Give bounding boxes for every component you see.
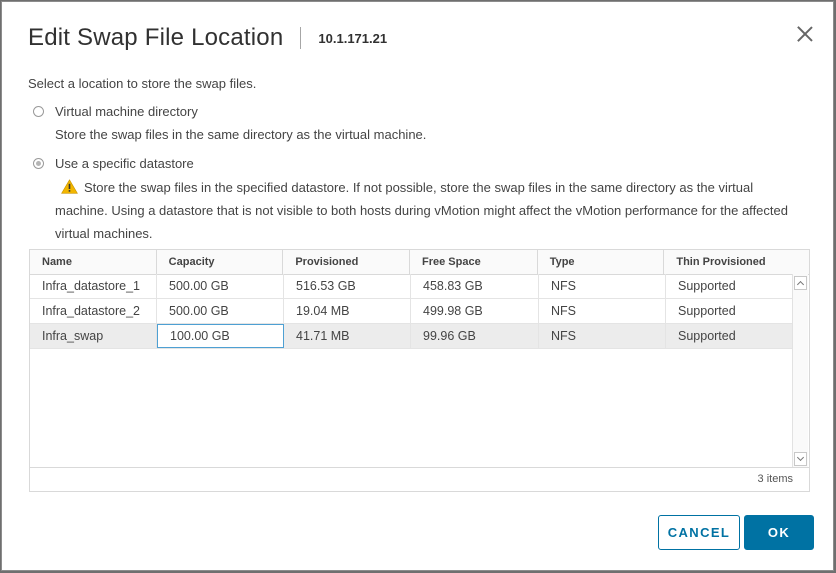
cell-provisioned: 41.71 MB <box>284 324 411 348</box>
table-row[interactable]: Infra_datastore_2 500.00 GB 19.04 MB 499… <box>30 299 793 324</box>
host-label: 10.1.171.21 <box>318 30 388 46</box>
table-scrollbar[interactable] <box>792 274 808 468</box>
column-header-thin-provisioned[interactable]: Thin Provisioned <box>664 250 809 274</box>
table-header: Name Capacity Provisioned Free Space Typ… <box>30 250 809 275</box>
cell-free-space: 99.96 GB <box>411 324 539 348</box>
cell-free-space: 499.98 GB <box>411 299 539 323</box>
vm-directory-radio[interactable] <box>33 106 44 117</box>
cell-name: Infra_datastore_2 <box>30 299 157 323</box>
title-divider <box>300 27 302 49</box>
dialog-title: Edit Swap File Location <box>28 24 284 51</box>
column-header-name[interactable]: Name <box>30 250 157 274</box>
cell-thin-provisioned: Supported <box>678 279 736 293</box>
dialog-header: Edit Swap File Location 10.1.171.21 <box>28 22 387 54</box>
specific-datastore-label: Use a specific datastore <box>55 156 194 171</box>
cell-provisioned: 19.04 MB <box>284 299 411 323</box>
cell-capacity: 500.00 GB <box>157 299 284 323</box>
warning-icon <box>61 179 78 194</box>
cell-type: NFS <box>539 324 666 348</box>
ok-button[interactable]: OK <box>744 515 814 550</box>
cell-name: Infra_swap <box>30 324 157 348</box>
location-prompt: Select a location to store the swap file… <box>28 76 257 91</box>
warning-text: Store the swap files in the specified da… <box>55 180 788 241</box>
datastore-warning: Store the swap files in the specified da… <box>55 176 800 245</box>
cell-thin-provisioned: Supported <box>678 304 736 318</box>
vm-directory-label: Virtual machine directory <box>55 104 198 119</box>
cell-type: NFS <box>539 274 666 298</box>
datastore-table: Name Capacity Provisioned Free Space Typ… <box>29 249 810 492</box>
scroll-up-icon[interactable] <box>794 276 807 290</box>
close-icon[interactable] <box>797 26 813 42</box>
option-vm-directory[interactable]: Virtual machine directory <box>33 104 198 119</box>
table-row[interactable]: Infra_datastore_1 500.00 GB 516.53 GB 45… <box>30 274 793 299</box>
cell-thin-provisioned: Supported <box>678 329 736 343</box>
vm-directory-description: Store the swap files in the same directo… <box>55 127 427 142</box>
edit-swap-file-dialog: Edit Swap File Location 10.1.171.21 Sele… <box>1 1 834 571</box>
specific-datastore-radio[interactable] <box>33 158 44 169</box>
table-footer: 3 items <box>30 467 809 491</box>
cancel-button[interactable]: CANCEL <box>658 515 740 550</box>
column-header-provisioned[interactable]: Provisioned <box>283 250 411 274</box>
cell-capacity-focused[interactable]: 100.00 GB <box>157 324 284 348</box>
scroll-down-icon[interactable] <box>794 452 807 466</box>
table-body: Infra_datastore_1 500.00 GB 516.53 GB 45… <box>30 274 793 468</box>
cell-type: NFS <box>539 299 666 323</box>
item-count: 3 items <box>757 473 793 485</box>
cell-free-space: 458.83 GB <box>411 274 539 298</box>
cell-capacity: 500.00 GB <box>157 274 284 298</box>
cell-name: Infra_datastore_1 <box>30 274 157 298</box>
cell-provisioned: 516.53 GB <box>284 274 411 298</box>
column-header-type[interactable]: Type <box>538 250 665 274</box>
column-header-capacity[interactable]: Capacity <box>157 250 284 274</box>
column-header-free-space[interactable]: Free Space <box>410 250 538 274</box>
table-row-selected[interactable]: Infra_swap 100.00 GB 41.71 MB 99.96 GB N… <box>30 324 793 349</box>
option-specific-datastore[interactable]: Use a specific datastore <box>33 156 194 171</box>
